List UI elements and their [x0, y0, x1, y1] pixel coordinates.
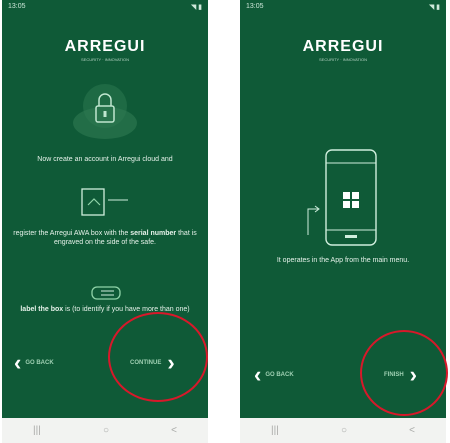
serial-number-text: serial number: [130, 230, 177, 237]
register-text-pre: register the Arregui AWA box with the: [13, 230, 131, 237]
back-icon[interactable]: <: [409, 425, 415, 436]
status-time: 13:05: [8, 3, 26, 10]
brand-logo: ARREGUI: [64, 38, 146, 55]
phone-app-icon: [307, 149, 377, 246]
status-time: 13:05: [246, 3, 264, 10]
label-box-rest: is (to identify if you have more than on…: [63, 306, 190, 313]
home-icon[interactable]: ○: [341, 425, 347, 436]
system-nav-bar: ||| ○ <: [240, 418, 446, 443]
step-text-operates: It operates in the App from the main men…: [276, 257, 410, 264]
go-back-button[interactable]: ‹ GO BACK: [14, 350, 54, 375]
label-box-text: label the box: [20, 306, 64, 313]
go-back-label: GO BACK: [25, 360, 54, 366]
back-icon[interactable]: <: [171, 425, 177, 436]
system-nav-bar: ||| ○ <: [2, 418, 208, 443]
status-bar: 13:05 ◥ ▮: [246, 3, 440, 15]
highlight-circle-finish: [360, 330, 448, 416]
status-icons: ◥ ▮: [190, 4, 202, 11]
status-icons: ◥ ▮: [428, 4, 440, 11]
status-bar: 13:05 ◥ ▮: [8, 3, 202, 15]
go-back-label: GO BACK: [265, 372, 294, 378]
brand-logo: ARREGUI: [302, 38, 384, 55]
step-text-account: Now create an account in Arregui cloud a…: [37, 156, 173, 163]
home-icon[interactable]: ○: [103, 425, 109, 436]
go-back-button[interactable]: ‹ GO BACK: [254, 362, 294, 387]
brand-subtitle: SECURITY · INNOVATION: [318, 57, 367, 62]
recent-apps-icon[interactable]: |||: [33, 425, 41, 436]
highlight-circle-continue: [108, 312, 208, 402]
chevron-left-icon: ‹: [14, 350, 22, 375]
recent-apps-icon[interactable]: |||: [271, 425, 279, 436]
right-phone-frame: 13:05 ◥ ▮ ARREGUI SECURITY · INNOVATION …: [240, 0, 448, 443]
awa-box-icon: [81, 188, 128, 216]
label-tag-icon: [91, 286, 121, 300]
cloud-lock-icon: [73, 84, 137, 139]
brand-subtitle: SECURITY · INNOVATION: [80, 57, 129, 62]
step-text-register: register the Arregui AWA box with the se…: [12, 229, 198, 247]
left-phone-frame: 13:05 ◥ ▮ ARREGUI SECURITY · INNOVATION …: [2, 0, 208, 443]
chevron-left-icon: ‹: [254, 362, 262, 387]
